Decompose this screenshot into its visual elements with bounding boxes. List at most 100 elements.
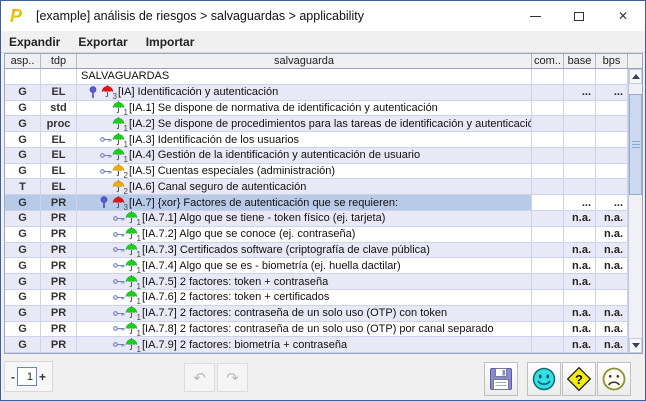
com-cell[interactable]: [532, 322, 564, 338]
base-cell[interactable]: n.a.: [564, 274, 596, 290]
table-row[interactable]: GPR1[IA.7.4] Algo que se es - biometría …: [5, 258, 628, 274]
scroll-up-button[interactable]: [629, 69, 642, 84]
base-cell[interactable]: n.a.: [564, 306, 596, 322]
scrollbar-thumb[interactable]: [629, 94, 642, 195]
bps-cell[interactable]: n.a.: [596, 211, 628, 227]
com-cell[interactable]: [532, 116, 564, 132]
bps-cell[interactable]: n.a.: [596, 322, 628, 338]
bps-cell[interactable]: n.a.: [596, 337, 628, 353]
spinner-plus-button[interactable]: +: [37, 370, 48, 384]
table-row[interactable]: GPR1[IA.7.8] 2 factores: contraseña de u…: [5, 322, 628, 338]
table-row[interactable]: TEL2[IA.6] Canal seguro de autenticación: [5, 179, 628, 195]
table-row[interactable]: GPR1[IA.7.2] Algo que se conoce (ej. con…: [5, 227, 628, 243]
table-row[interactable]: Gproc1[IA.2] Se dispone de procedimiento…: [5, 116, 628, 132]
com-cell[interactable]: [532, 195, 564, 211]
base-cell[interactable]: n.a.: [564, 322, 596, 338]
table-row[interactable]: GEL1[IA.3] Identificación de los usuario…: [5, 132, 628, 148]
bps-cell[interactable]: [596, 148, 628, 164]
table-row[interactable]: GEL3[IA] Identificación y autenticación.…: [5, 85, 628, 101]
menu-item-expandir[interactable]: Expandir: [9, 35, 60, 49]
com-cell[interactable]: [532, 274, 564, 290]
bps-cell[interactable]: [596, 116, 628, 132]
column-header-com[interactable]: com..: [532, 54, 564, 69]
base-cell[interactable]: [564, 116, 596, 132]
com-cell[interactable]: [532, 243, 564, 259]
base-cell[interactable]: [564, 148, 596, 164]
save-button[interactable]: [484, 362, 518, 396]
com-cell[interactable]: [532, 306, 564, 322]
base-cell[interactable]: ...: [564, 195, 596, 211]
column-header-salvaguarda[interactable]: salvaguarda: [77, 54, 532, 69]
scroll-down-button[interactable]: [629, 338, 642, 353]
bps-cell[interactable]: [596, 179, 628, 195]
spinner-minus-button[interactable]: -: [9, 370, 17, 384]
table-row[interactable]: GEL2[IA.5] Cuentas especiales (administr…: [5, 164, 628, 180]
com-cell[interactable]: [532, 227, 564, 243]
com-cell[interactable]: [532, 148, 564, 164]
base-cell[interactable]: [564, 101, 596, 117]
base-cell[interactable]: [564, 227, 596, 243]
table-row[interactable]: Gstd1[IA.1] Se dispone de normativa de i…: [5, 101, 628, 117]
vertical-scrollbar[interactable]: [628, 69, 642, 353]
table-row[interactable]: GPR1[IA.7.7] 2 factores: contraseña de u…: [5, 306, 628, 322]
help-button[interactable]: ?: [562, 362, 596, 396]
bps-cell[interactable]: [596, 101, 628, 117]
feedback-happy-button[interactable]: [527, 362, 561, 396]
com-cell[interactable]: [532, 164, 564, 180]
table-row[interactable]: GPR1[IA.7.6] 2 factores: token + certifi…: [5, 290, 628, 306]
com-cell[interactable]: [532, 132, 564, 148]
table-row[interactable]: GPR1[IA.7.9] 2 factores: biometría + con…: [5, 337, 628, 353]
redo-button[interactable]: ↷: [217, 363, 248, 392]
bps-cell[interactable]: [596, 290, 628, 306]
bps-cell[interactable]: [596, 132, 628, 148]
column-header-tdp[interactable]: tdp: [41, 54, 77, 69]
umbrella-maturity-badge: 1: [124, 141, 128, 148]
base-cell[interactable]: ...: [564, 85, 596, 101]
com-cell[interactable]: [532, 290, 564, 306]
bps-cell[interactable]: [596, 164, 628, 180]
bps-cell[interactable]: ...: [596, 195, 628, 211]
undo-button[interactable]: ↶: [184, 363, 215, 392]
table-row[interactable]: GPR1[IA.7.1] Algo que se tiene - token f…: [5, 211, 628, 227]
base-cell[interactable]: [564, 164, 596, 180]
com-cell[interactable]: [532, 258, 564, 274]
table-row[interactable]: GEL1[IA.4] Gestión de la identificación …: [5, 148, 628, 164]
com-cell[interactable]: [532, 211, 564, 227]
salvaguarda-label: SALVAGUARDAS: [81, 70, 169, 82]
com-cell[interactable]: [532, 337, 564, 353]
base-cell[interactable]: [564, 290, 596, 306]
table-row[interactable]: SALVAGUARDAS: [5, 69, 628, 85]
close-button[interactable]: ✕: [601, 1, 645, 31]
bps-cell[interactable]: [596, 69, 628, 85]
column-header-asp[interactable]: asp..: [5, 54, 41, 69]
key-icon: [113, 309, 125, 318]
com-cell[interactable]: [532, 179, 564, 195]
table-row[interactable]: GPR3[IA.7] {xor} Factores de autenticaci…: [5, 195, 628, 211]
bps-cell[interactable]: n.a.: [596, 258, 628, 274]
com-cell[interactable]: [532, 69, 564, 85]
column-header-base[interactable]: base: [564, 54, 596, 69]
base-cell[interactable]: [564, 132, 596, 148]
menu-item-exportar[interactable]: Exportar: [78, 35, 127, 49]
spinner-value-input[interactable]: [17, 367, 37, 386]
bps-cell[interactable]: n.a.: [596, 306, 628, 322]
bps-cell[interactable]: ...: [596, 85, 628, 101]
bps-cell[interactable]: n.a.: [596, 243, 628, 259]
maximize-button[interactable]: [557, 1, 601, 31]
minimize-button[interactable]: [513, 1, 557, 31]
table-row[interactable]: GPR1[IA.7.5] 2 factores: token + contras…: [5, 274, 628, 290]
bps-cell[interactable]: [596, 274, 628, 290]
base-cell[interactable]: n.a.: [564, 243, 596, 259]
base-cell[interactable]: [564, 179, 596, 195]
table-row[interactable]: GPR1[IA.7.3] Certificados software (crip…: [5, 243, 628, 259]
column-header-bps[interactable]: bps: [596, 54, 628, 69]
base-cell[interactable]: n.a.: [564, 211, 596, 227]
com-cell[interactable]: [532, 101, 564, 117]
bps-cell[interactable]: n.a.: [596, 227, 628, 243]
com-cell[interactable]: [532, 85, 564, 101]
menu-item-importar[interactable]: Importar: [146, 35, 195, 49]
base-cell[interactable]: n.a.: [564, 258, 596, 274]
feedback-sad-button[interactable]: [597, 362, 631, 396]
base-cell[interactable]: n.a.: [564, 337, 596, 353]
base-cell[interactable]: [564, 69, 596, 85]
